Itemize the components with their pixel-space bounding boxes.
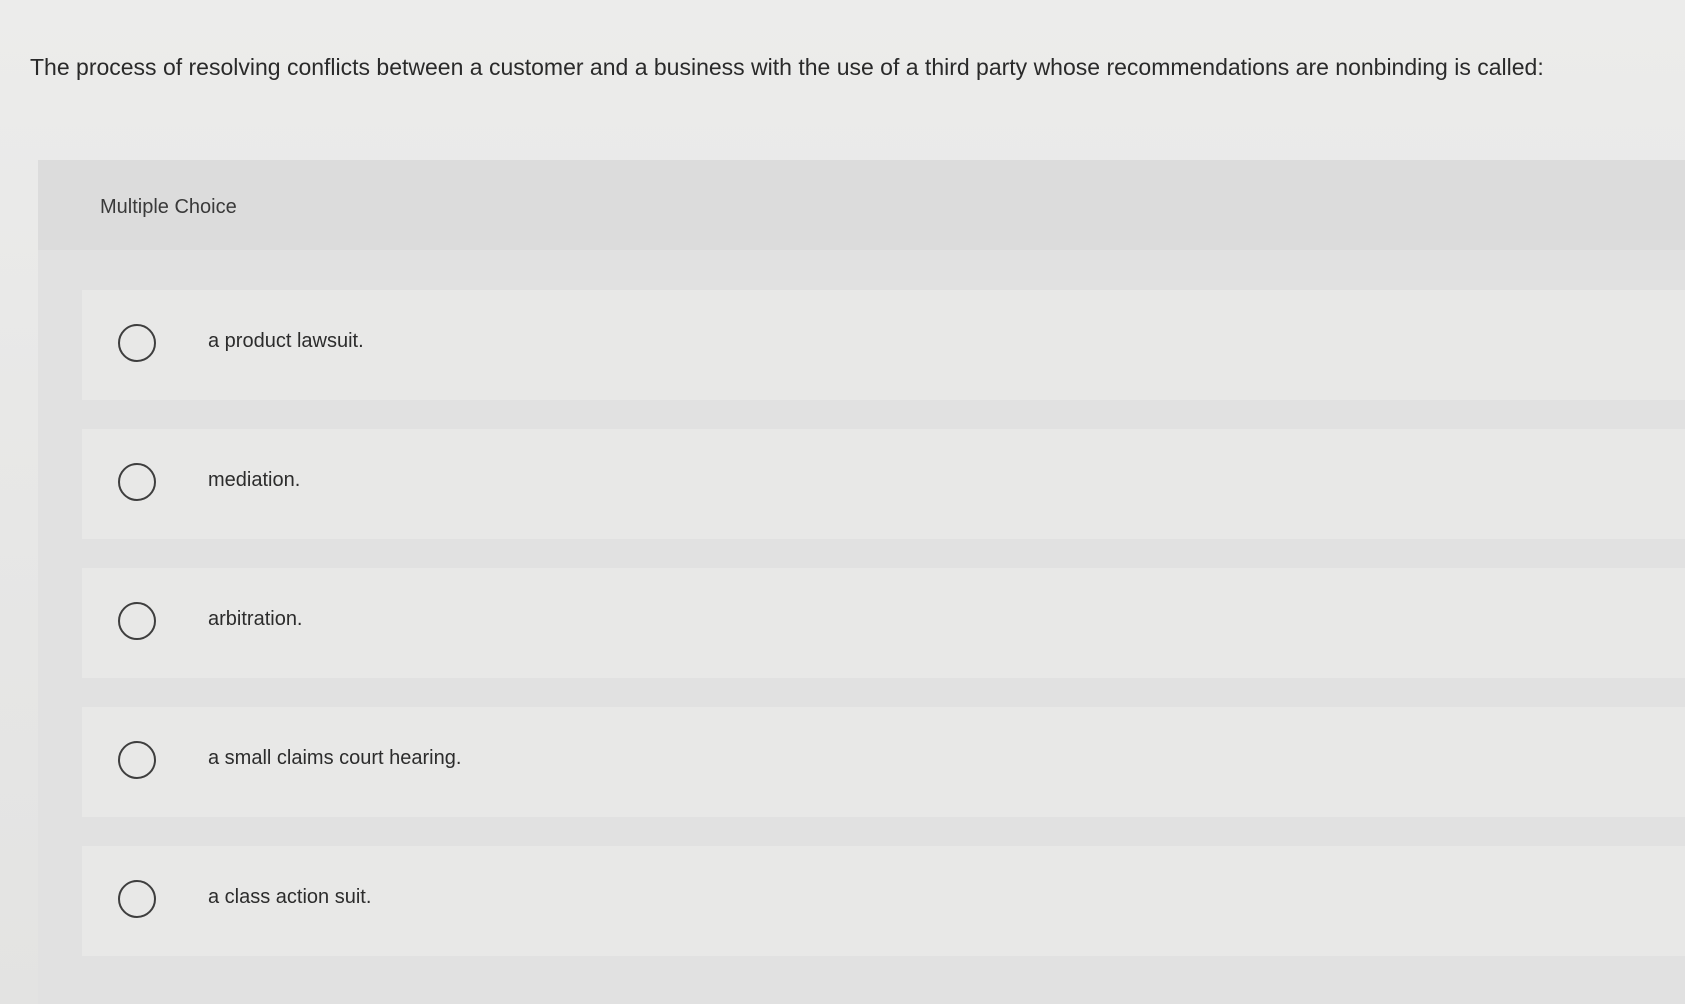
multiple-choice-title: Multiple Choice [100, 196, 237, 218]
answer-option[interactable]: arbitration. [82, 568, 1685, 678]
answer-option-label: a class action suit. [208, 886, 372, 908]
answer-options: a product lawsuit. mediation. arbitratio… [82, 290, 1685, 985]
radio-button[interactable] [118, 602, 156, 640]
answer-option[interactable]: mediation. [82, 429, 1685, 539]
radio-button[interactable] [118, 463, 156, 501]
radio-button[interactable] [118, 880, 156, 918]
answer-option-label: mediation. [208, 469, 301, 491]
answer-option-label: arbitration. [208, 608, 303, 630]
question-text: The process of resolving conflicts betwe… [30, 54, 1544, 80]
radio-button[interactable] [118, 741, 156, 779]
quiz-page: The process of resolving conflicts betwe… [0, 0, 1685, 1004]
answer-option-label: a product lawsuit. [208, 330, 364, 352]
multiple-choice-panel: Multiple Choice a product lawsuit. media… [38, 160, 1685, 1004]
answer-option[interactable]: a small claims court hearing. [82, 707, 1685, 817]
radio-button[interactable] [118, 324, 156, 362]
answer-option[interactable]: a product lawsuit. [82, 290, 1685, 400]
panel-header: Multiple Choice [38, 160, 1685, 250]
answer-option-label: a small claims court hearing. [208, 747, 462, 769]
answer-option[interactable]: a class action suit. [82, 846, 1685, 956]
